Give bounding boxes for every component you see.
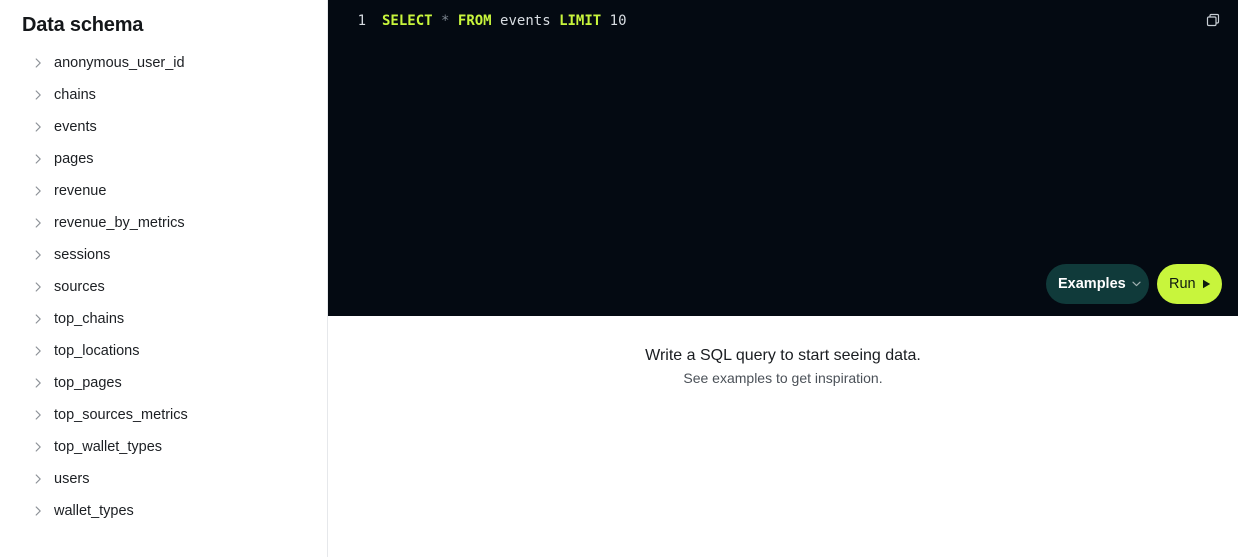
schema-item-label: top_pages <box>54 375 122 391</box>
run-button[interactable]: Run <box>1157 264 1222 304</box>
main-panel: 1 SELECT * FROM events LIMIT 10 Examples <box>328 0 1238 557</box>
schema-item-label: revenue_by_metrics <box>54 215 185 231</box>
code-line[interactable]: 1 SELECT * FROM events LIMIT 10 <box>328 11 627 31</box>
table-identifier: events <box>500 13 551 29</box>
schema-item-label: wallet_types <box>54 503 134 519</box>
schema-item-top-pages[interactable]: top_pages <box>0 367 327 399</box>
query-text[interactable]: SELECT * FROM events LIMIT 10 <box>382 13 627 29</box>
chevron-right-icon <box>32 217 44 229</box>
empty-title: Write a SQL query to start seeing data. <box>645 347 921 364</box>
chevron-right-icon <box>32 473 44 485</box>
schema-item-chains[interactable]: chains <box>0 79 327 111</box>
chevron-right-icon <box>32 281 44 293</box>
schema-item-label: pages <box>54 151 94 167</box>
chevron-right-icon <box>32 153 44 165</box>
examples-label: Examples <box>1058 276 1126 292</box>
sidebar-title: Data schema <box>22 14 144 36</box>
schema-list: anonymous_user_idchains events pages revenu… <box>0 47 327 527</box>
copy-icon[interactable] <box>1206 13 1220 27</box>
schema-item-label: top_locations <box>54 343 140 359</box>
chevron-right-icon <box>32 505 44 517</box>
sql-editor[interactable]: 1 SELECT * FROM events LIMIT 10 Examples <box>328 0 1238 316</box>
sql-explorer: Data schema anonymous_user_idchains event… <box>0 0 1238 557</box>
schema-item-top-sources-metrics[interactable]: top_sources_metrics <box>0 399 327 431</box>
play-icon <box>1202 279 1211 289</box>
chevron-right-icon <box>32 185 44 197</box>
schema-item-label: top_wallet_types <box>54 439 163 455</box>
schema-item-label: revenue <box>54 183 107 199</box>
empty-subtitle: See examples to get inspiration. <box>683 370 883 386</box>
schema-item-top-chains[interactable]: top_chains <box>0 303 327 335</box>
chevron-right-icon <box>32 121 44 133</box>
chevron-right-icon <box>32 313 44 325</box>
schema-item-events[interactable]: events <box>0 111 327 143</box>
schema-item-label: top_chains <box>54 311 125 327</box>
chevron-right-icon <box>32 345 44 357</box>
chevron-right-icon <box>32 57 44 69</box>
operator-star: * <box>441 13 450 29</box>
limit-number: 10 <box>609 13 627 29</box>
run-label: Run <box>1169 276 1196 292</box>
schema-item-sources[interactable]: sources <box>0 271 327 303</box>
examples-button[interactable]: Examples <box>1046 264 1149 304</box>
schema-item-label: sources <box>54 279 105 295</box>
schema-item-users[interactable]: users <box>0 463 327 495</box>
keyword-from: FROM <box>457 13 492 29</box>
schema-item-revenue[interactable]: revenue <box>0 175 327 207</box>
line-number: 1 <box>357 13 366 29</box>
chevron-right-icon <box>32 441 44 453</box>
schema-item-wallet-types[interactable]: wallet_types <box>0 495 327 527</box>
schema-item-label: events <box>54 119 97 135</box>
keyword-limit: LIMIT <box>559 13 602 29</box>
results-empty-state: Write a SQL query to start seeing data. … <box>328 346 1238 387</box>
schema-item-top-wallet-types[interactable]: top_wallet_types <box>0 431 327 463</box>
schema-item-pages[interactable]: pages <box>0 143 327 175</box>
schema-item-top-locations[interactable]: top_locations <box>0 335 327 367</box>
chevron-right-icon <box>32 409 44 421</box>
schema-item-label: anonymous_user_id <box>54 55 185 71</box>
schema-item-sessions[interactable]: sessions <box>0 239 327 271</box>
chevron-down-icon <box>1132 281 1141 287</box>
chevron-right-icon <box>32 377 44 389</box>
schema-item-revenue-by-metrics[interactable]: revenue_by_metrics <box>0 207 327 239</box>
schema-item-label: users <box>54 471 90 487</box>
schema-item-label: sessions <box>54 247 111 263</box>
schema-sidebar: Data schema anonymous_user_idchains event… <box>0 0 328 557</box>
chevron-right-icon <box>32 249 44 261</box>
keyword-select: SELECT <box>382 13 433 29</box>
schema-item-anonymous-user-id[interactable]: anonymous_user_id <box>0 47 327 79</box>
schema-item-label: chains <box>54 87 96 103</box>
schema-item-label: top_sources_metrics <box>54 407 188 423</box>
chevron-right-icon <box>32 89 44 101</box>
